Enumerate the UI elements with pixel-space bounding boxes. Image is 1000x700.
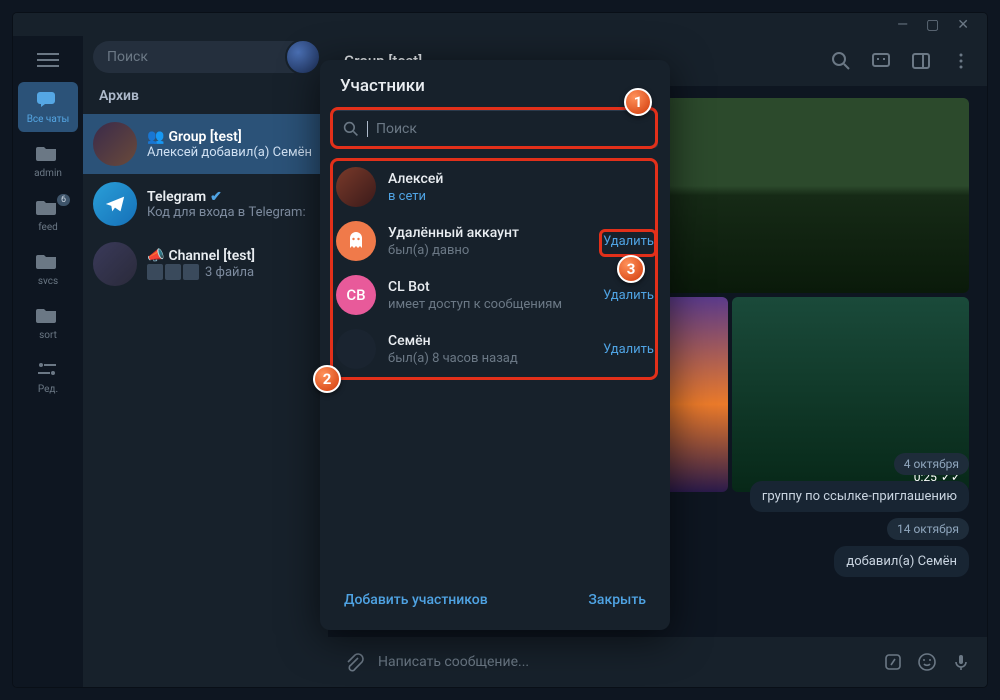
callout-badge: 1 <box>624 88 652 116</box>
chat-avatar <box>93 122 137 166</box>
callout-badge: 3 <box>617 255 645 283</box>
chat-row[interactable]: 📣Channel [test] 3 файла <box>83 234 328 294</box>
menu-button[interactable] <box>32 48 64 72</box>
titlebar <box>13 13 987 36</box>
remove-member-button[interactable]: Удалить <box>603 234 654 249</box>
folder-icon <box>36 252 60 272</box>
emoji-icon[interactable] <box>917 652 937 672</box>
member-row[interactable]: Алексей в сети <box>320 160 670 214</box>
chat-name: Channel [test] <box>168 248 255 264</box>
chat-list: Поиск Архив 👥Group [test] Алексей добави… <box>83 36 328 687</box>
member-name: Алексей <box>388 171 654 187</box>
date-badge: 4 октября <box>894 453 969 475</box>
voice-icon[interactable] <box>951 652 971 672</box>
sidepanel-icon[interactable] <box>911 51 931 71</box>
composer-input[interactable]: Написать сообщение... <box>378 654 869 670</box>
remove-member-button[interactable]: Удалить <box>603 342 654 357</box>
rail-label: feed <box>38 222 58 233</box>
ghost-icon <box>346 230 366 252</box>
modal-search-placeholder: Поиск <box>376 121 417 137</box>
avatar[interactable] <box>285 39 321 75</box>
rail-all-chats[interactable]: Все чаты <box>18 82 78 132</box>
rail-label: Ред. <box>38 384 58 395</box>
chat-preview: 3 файла <box>205 265 254 280</box>
chat-row[interactable]: 👥Group [test] Алексей добавил(а) Семён <box>83 114 328 174</box>
rail-sort[interactable]: sort <box>18 298 78 348</box>
chat-avatar <box>93 242 137 286</box>
search-input[interactable]: Поиск <box>93 41 318 73</box>
rail-label: admin <box>34 168 62 179</box>
service-message: группу по ссылке-приглашению <box>750 481 969 512</box>
member-avatar: CB <box>336 275 376 315</box>
member-status: был(а) давно <box>388 243 591 258</box>
rail-svcs[interactable]: svcs <box>18 244 78 294</box>
search-placeholder: Поиск <box>107 49 148 65</box>
rail-label: svcs <box>38 276 58 287</box>
member-row[interactable]: Семён был(а) 8 часов назад Удалить <box>320 322 670 376</box>
minimize-icon[interactable] <box>897 18 908 32</box>
member-name: Семён <box>388 333 591 349</box>
members-modal: Участники Поиск Алексей в сети Удалённый… <box>320 60 670 630</box>
rail-feed[interactable]: 6 feed <box>18 190 78 240</box>
chat-preview: Код для входа в Telegram: <box>147 205 318 220</box>
comments-icon[interactable] <box>871 51 891 71</box>
archive-row[interactable]: Архив <box>83 78 328 114</box>
message-area: 4 октября группу по ссылке-приглашению 1… <box>750 453 969 577</box>
folder-icon <box>36 306 60 326</box>
chats-icon <box>36 90 60 110</box>
member-name: CL Bot <box>388 279 591 295</box>
verified-icon: ✔ <box>210 189 222 205</box>
badge: 6 <box>57 194 70 206</box>
folder-icon <box>36 144 60 164</box>
chat-preview: Алексей добавил(а) Семён <box>147 145 318 160</box>
chat-avatar <box>93 182 137 226</box>
megaphone-icon: 📣 <box>147 248 164 264</box>
modal-title: Участники <box>320 76 670 110</box>
search-icon <box>343 121 359 137</box>
remove-member-button[interactable]: Удалить <box>603 288 654 303</box>
member-status: в сети <box>388 189 654 204</box>
member-status: имеет доступ к сообщениям <box>388 297 591 312</box>
member-row[interactable]: Удалённый аккаунт был(а) давно Удалить <box>320 214 670 268</box>
thumbnails <box>147 264 199 280</box>
text-cursor <box>367 121 368 137</box>
composer: Написать сообщение... <box>328 637 987 687</box>
modal-footer: Добавить участников Закрыть <box>320 582 670 618</box>
maximize-icon[interactable] <box>926 18 939 32</box>
more-icon[interactable] <box>951 51 971 71</box>
close-icon[interactable] <box>957 18 969 32</box>
member-row[interactable]: CB CL Bot имеет доступ к сообщениям Удал… <box>320 268 670 322</box>
settings-icon <box>36 360 60 380</box>
member-status: был(а) 8 часов назад <box>388 351 591 366</box>
callout-badge: 2 <box>313 365 341 393</box>
add-members-button[interactable]: Добавить участников <box>344 592 488 608</box>
chat-name: Group [test] <box>168 129 241 145</box>
modal-search-input[interactable]: Поиск <box>332 110 658 148</box>
close-button[interactable]: Закрыть <box>588 592 646 608</box>
nav-rail: Все чаты admin 6 feed svcs sort Ред. <box>13 36 83 687</box>
date-badge: 14 октября <box>887 518 969 540</box>
chat-row[interactable]: Telegram✔ Код для входа в Telegram: <box>83 174 328 234</box>
member-avatar <box>336 167 376 207</box>
rail-admin[interactable]: admin <box>18 136 78 186</box>
commands-icon[interactable] <box>883 652 903 672</box>
rail-label: sort <box>39 330 57 341</box>
rail-edit[interactable]: Ред. <box>18 352 78 402</box>
rail-label: Все чаты <box>27 114 70 125</box>
group-icon: 👥 <box>147 129 164 145</box>
member-avatar <box>336 329 376 369</box>
chat-name: Telegram <box>147 189 206 205</box>
member-avatar <box>336 221 376 261</box>
search-icon[interactable] <box>831 51 851 71</box>
attach-icon[interactable] <box>344 652 364 672</box>
member-name: Удалённый аккаунт <box>388 225 591 241</box>
service-message: добавил(а) Семён <box>834 546 969 577</box>
